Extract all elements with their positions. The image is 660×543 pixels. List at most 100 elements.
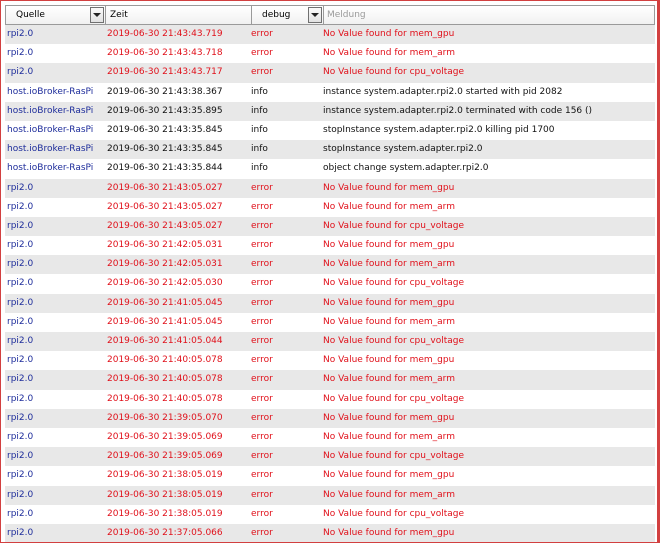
log-row[interactable]: rpi2.0 2019-06-30 21:38:05.019 error No Val…: [5, 485, 655, 505]
log-source: host.ioBroker-RasPi: [7, 105, 94, 116]
log-rows: rpi2.0 2019-06-30 21:43:43.719 error No Val…: [5, 25, 655, 542]
log-time: 2019-06-30 21:38:05.019: [107, 508, 223, 519]
log-source: host.ioBroker-RasPi: [7, 163, 94, 174]
log-severity: error: [251, 278, 273, 289]
log-time: 2019-06-30 21:40:05.078: [107, 374, 223, 385]
log-message: No Value found for mem_arm: [323, 374, 455, 385]
log-row[interactable]: rpi2.0 2019-06-30 21:40:05.078 error No Val…: [5, 389, 655, 409]
log-row[interactable]: host.ioBroker-RasPi 2019-06-30 21:43:35.8…: [5, 120, 655, 141]
log-row[interactable]: rpi2.0 2019-06-30 21:43:43.719 error No Val…: [5, 25, 655, 45]
log-time: 2019-06-30 21:43:35.845: [107, 124, 223, 135]
source-dropdown-button[interactable]: [90, 7, 104, 23]
log-source: rpi2.0: [7, 374, 34, 385]
log-time: 2019-06-30 21:40:05.078: [107, 393, 223, 404]
log-message: No Value found for mem_arm: [323, 201, 455, 212]
log-message: No Value found for mem_gpu: [323, 527, 455, 538]
message-filter[interactable]: [323, 5, 655, 25]
log-row[interactable]: rpi2.0 2019-06-30 21:39:05.069 error No Val…: [5, 447, 655, 467]
log-row[interactable]: host.ioBroker-RasPi 2019-06-30 21:43:38.3…: [5, 82, 655, 102]
log-row[interactable]: rpi2.0 2019-06-30 21:38:05.019 error No Val…: [5, 466, 655, 486]
log-row[interactable]: rpi2.0 2019-06-30 21:42:05.030 error No Val…: [5, 274, 655, 294]
log-row[interactable]: rpi2.0 2019-06-30 21:43:05.027 error No Val…: [5, 216, 655, 237]
log-source: rpi2.0: [7, 393, 34, 404]
log-row[interactable]: host.ioBroker-RasPi 2019-06-30 21:43:35.8…: [5, 101, 655, 121]
log-message: No Value found for mem_gpu: [323, 240, 455, 251]
log-message: No Value found for mem_arm: [323, 48, 455, 59]
log-time: 2019-06-30 21:43:43.717: [107, 67, 223, 78]
log-row[interactable]: rpi2.0 2019-06-30 21:40:05.078 error No Val…: [5, 370, 655, 390]
time-column-header[interactable]: Zeit: [105, 5, 251, 25]
log-row[interactable]: rpi2.0 2019-06-30 21:43:05.027 error No Val…: [5, 197, 655, 217]
log-source: rpi2.0: [7, 412, 34, 423]
log-severity: error: [251, 67, 273, 78]
log-source: rpi2.0: [7, 48, 34, 59]
log-severity: error: [251, 508, 273, 519]
log-source: rpi2.0: [7, 316, 34, 327]
log-severity: info: [251, 144, 268, 155]
log-row[interactable]: rpi2.0 2019-06-30 21:41:05.045 error No Val…: [5, 293, 655, 313]
log-message: object change system.adapter.rpi2.0: [323, 163, 489, 174]
log-time: 2019-06-30 21:40:05.078: [107, 355, 223, 366]
source-filter[interactable]: Quelle: [5, 5, 105, 25]
log-severity: info: [251, 105, 268, 116]
log-time: 2019-06-30 21:39:05.070: [107, 412, 223, 423]
log-row[interactable]: rpi2.0 2019-06-30 21:43:43.717 error No Val…: [5, 63, 655, 83]
log-row[interactable]: rpi2.0 2019-06-30 21:40:05.078 error No Val…: [5, 351, 655, 371]
log-severity: error: [251, 220, 273, 231]
log-row[interactable]: rpi2.0 2019-06-30 21:42:05.031 error No Val…: [5, 255, 655, 275]
log-time: 2019-06-30 21:43:43.719: [107, 29, 223, 39]
log-message: No Value found for cpu_voltage: [323, 278, 465, 289]
log-severity: error: [251, 336, 273, 346]
log-source: rpi2.0: [7, 182, 34, 193]
log-row[interactable]: rpi2.0 2019-06-30 21:39:05.070 error No Val…: [5, 408, 655, 428]
log-message: instance system.adapter.rpi2.0 started w…: [323, 86, 563, 97]
log-severity: info: [251, 163, 268, 174]
log-message: No Value found for mem_arm: [323, 316, 455, 327]
log-row[interactable]: rpi2.0 2019-06-30 21:39:05.069 error No Val…: [5, 427, 655, 448]
log-row[interactable]: host.ioBroker-RasPi 2019-06-30 21:43:35.8…: [5, 140, 655, 160]
log-source: rpi2.0: [7, 508, 34, 519]
log-time: 2019-06-30 21:38:05.019: [107, 489, 223, 500]
log-message: No Value found for mem_gpu: [323, 182, 455, 193]
log-time: 2019-06-30 21:42:05.031: [107, 259, 223, 270]
log-message: No Value found for mem_arm: [323, 489, 455, 500]
log-time: 2019-06-30 21:39:05.069: [107, 451, 223, 462]
chevron-down-icon: [93, 13, 101, 17]
log-message: No Value found for mem_gpu: [323, 412, 455, 423]
log-severity: error: [251, 297, 273, 308]
log-row[interactable]: rpi2.0 2019-06-30 21:37:05.066 error No Val…: [5, 523, 655, 542]
log-source: rpi2.0: [7, 451, 34, 462]
log-time: 2019-06-30 21:38:05.019: [107, 470, 223, 481]
log-message: No Value found for mem_gpu: [323, 355, 455, 366]
log-time: 2019-06-30 21:43:43.718: [107, 48, 223, 59]
log-time: 2019-06-30 21:42:05.031: [107, 240, 223, 251]
severity-filter[interactable]: debug: [251, 5, 323, 25]
log-severity: info: [251, 86, 268, 97]
log-source: rpi2.0: [7, 489, 34, 500]
log-row[interactable]: rpi2.0 2019-06-30 21:41:05.045 error No Val…: [5, 312, 655, 332]
log-row[interactable]: rpi2.0 2019-06-30 21:41:05.044 error No Val…: [5, 332, 655, 352]
log-source: rpi2.0: [7, 278, 34, 289]
severity-dropdown-button[interactable]: [308, 7, 322, 23]
severity-filter-label: debug: [262, 10, 291, 20]
log-message: No Value found for cpu_voltage: [323, 451, 465, 462]
log-severity: error: [251, 431, 273, 442]
log-severity: error: [251, 374, 273, 385]
log-severity: error: [251, 240, 273, 251]
message-filter-input[interactable]: [327, 10, 638, 20]
log-row[interactable]: rpi2.0 2019-06-30 21:43:05.027 error No Val…: [5, 178, 655, 198]
log-row[interactable]: host.ioBroker-RasPi 2019-06-30 21:43:35.8…: [5, 159, 655, 179]
log-severity: error: [251, 182, 273, 193]
time-column-label: Zeit: [110, 10, 128, 20]
log-time: 2019-06-30 21:43:38.367: [107, 86, 223, 97]
log-severity: error: [251, 201, 273, 212]
log-message: No Value found for mem_arm: [323, 431, 455, 442]
log-severity: error: [251, 527, 273, 538]
log-row[interactable]: rpi2.0 2019-06-30 21:42:05.031 error No Val…: [5, 236, 655, 256]
log-row[interactable]: rpi2.0 2019-06-30 21:38:05.019 error No Val…: [5, 504, 655, 524]
log-message: No Value found for mem_gpu: [323, 29, 455, 39]
log-time: 2019-06-30 21:37:05.066: [107, 527, 223, 538]
log-source: rpi2.0: [7, 527, 34, 538]
log-severity: error: [251, 393, 273, 404]
log-row[interactable]: rpi2.0 2019-06-30 21:43:43.718 error No Val…: [5, 44, 655, 64]
